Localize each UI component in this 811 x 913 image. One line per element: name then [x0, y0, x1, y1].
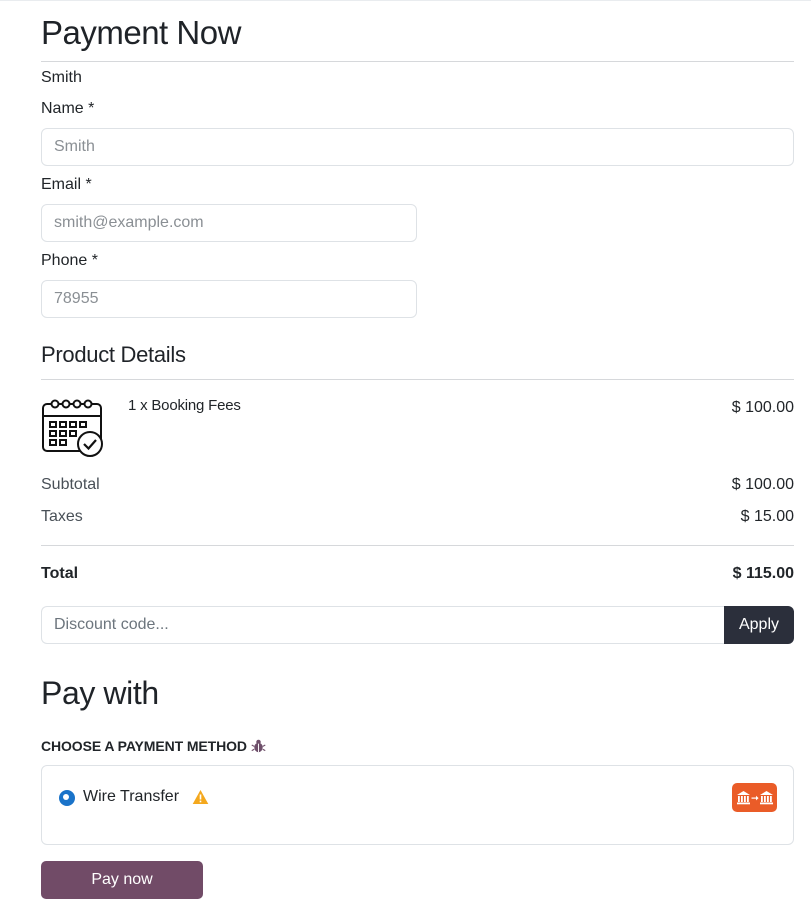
phone-field[interactable]: [41, 280, 417, 318]
phone-label: Phone *: [41, 252, 98, 269]
top-divider: [0, 0, 811, 1]
bank-transfer-icon: [732, 783, 777, 812]
subtotal-label: Subtotal: [41, 476, 100, 493]
name-label: Name *: [41, 100, 95, 117]
payment-method-option-wire-transfer[interactable]: Wire Transfer: [41, 765, 794, 845]
discount-group: Apply: [41, 606, 794, 644]
pay-now-button[interactable]: Pay now: [41, 861, 203, 899]
choose-payment-method-text: CHOOSE A PAYMENT METHOD: [41, 738, 247, 754]
bug-icon: [251, 738, 266, 756]
total-value: $ 115.00: [732, 565, 794, 582]
product-name: 1 x Booking Fees: [128, 397, 241, 414]
choose-payment-method-label: CHOOSE A PAYMENT METHOD: [41, 738, 266, 756]
product-price: $ 100.00: [731, 399, 794, 416]
name-field[interactable]: [41, 128, 794, 166]
product-details-heading: Product Details: [41, 342, 186, 367]
warning-icon: [192, 789, 209, 810]
pay-with-heading: Pay with: [41, 675, 159, 711]
payment-page: Payment Now Smith Name * Email * Phone *…: [0, 0, 811, 913]
product-divider: [41, 379, 794, 380]
taxes-label: Taxes: [41, 508, 83, 525]
page-title: Payment Now: [41, 14, 241, 51]
total-label: Total: [41, 565, 79, 582]
email-field[interactable]: [41, 204, 417, 242]
wire-transfer-radio[interactable]: [59, 790, 75, 806]
apply-button[interactable]: Apply: [724, 606, 794, 644]
calendar-check-icon: [41, 397, 105, 459]
email-label: Email *: [41, 176, 92, 193]
discount-code-input[interactable]: [41, 606, 725, 644]
subtotal-value: $ 100.00: [731, 476, 794, 493]
title-divider: [41, 61, 794, 62]
wire-transfer-label[interactable]: Wire Transfer: [83, 788, 179, 806]
taxes-value: $ 15.00: [740, 508, 794, 525]
total-divider: [41, 545, 794, 546]
customer-name: Smith: [41, 69, 82, 86]
